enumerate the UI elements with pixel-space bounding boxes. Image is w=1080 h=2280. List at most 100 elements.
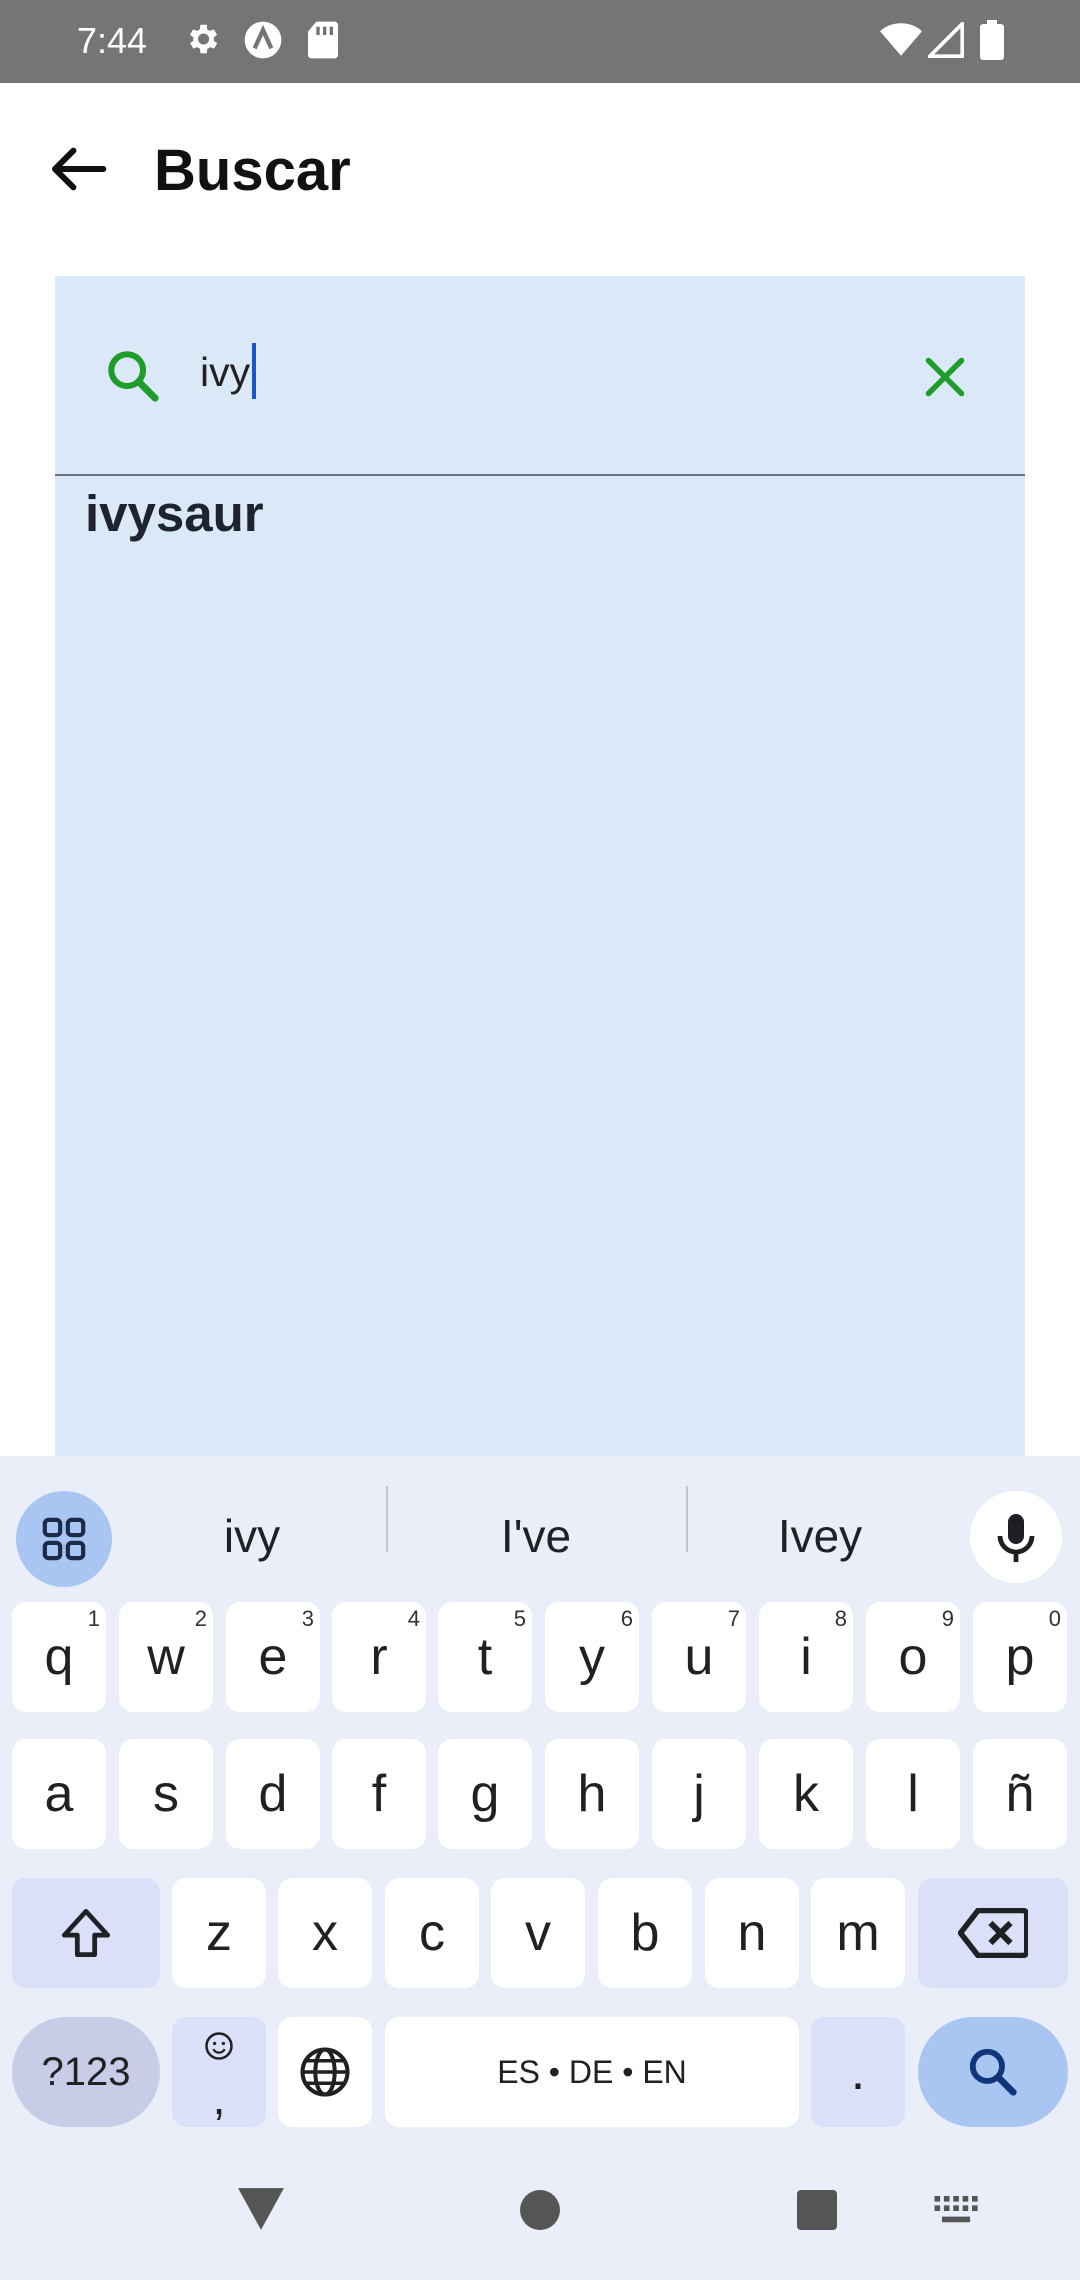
key-number-hint: 3 — [301, 1606, 314, 1631]
search-suggestion-item[interactable]: ivysaur — [85, 481, 264, 547]
key-b[interactable]: b — [598, 1878, 692, 1988]
key-y[interactable]: y6 — [545, 1602, 639, 1712]
period-key-label: . — [850, 2043, 866, 2101]
key-j[interactable]: j — [652, 1739, 746, 1849]
key-a[interactable]: a — [12, 1739, 106, 1849]
key-p[interactable]: p0 — [973, 1602, 1067, 1712]
key-k-label: k — [793, 1765, 819, 1823]
key-number-hint: 8 — [834, 1606, 847, 1631]
key-f-label: f — [371, 1765, 387, 1823]
space-key[interactable]: ES • DE • EN — [385, 2017, 799, 2127]
search-action-key[interactable] — [918, 2017, 1068, 2127]
key-number-hint: 6 — [620, 1606, 633, 1631]
key-p-label: p — [1005, 1628, 1035, 1686]
key-a-label: a — [44, 1765, 74, 1823]
key-z[interactable]: z — [172, 1878, 266, 1988]
suggestion-divider — [386, 1486, 388, 1552]
key-i-label: i — [800, 1628, 812, 1686]
key-t[interactable]: t5 — [438, 1602, 532, 1712]
search-bar[interactable]: ivy — [55, 276, 1025, 476]
keyboard-menu-button[interactable] — [16, 1491, 112, 1587]
keyboard-suggestion[interactable]: ivy — [132, 1486, 372, 1586]
key-i[interactable]: i8 — [759, 1602, 853, 1712]
close-icon[interactable] — [923, 355, 967, 399]
app-bar: Buscar — [0, 83, 1080, 253]
text-caret — [252, 343, 257, 400]
home-circle-icon[interactable] — [518, 2188, 562, 2232]
key-u[interactable]: u7 — [652, 1602, 746, 1712]
key-number-hint: 0 — [1048, 1606, 1061, 1631]
key-number-hint: 4 — [407, 1606, 420, 1631]
suggestion-divider — [686, 1486, 688, 1552]
search-icon — [108, 351, 159, 402]
gear-icon — [189, 24, 218, 54]
status-bar: 7:44 — [0, 0, 1080, 83]
key-v-label: v — [525, 1904, 551, 1962]
key-l[interactable]: l — [866, 1739, 960, 1849]
key-d[interactable]: d — [226, 1739, 320, 1849]
voice-input-button[interactable] — [970, 1491, 1062, 1583]
grid-icon — [42, 1517, 86, 1561]
backspace-icon — [958, 1908, 1028, 1958]
language-key[interactable] — [278, 2017, 372, 2127]
signal-icon — [928, 22, 964, 58]
emoji-comma-key[interactable]: , — [172, 2017, 266, 2127]
shift-arrow-icon — [61, 1908, 111, 1958]
globe-icon — [300, 2047, 350, 2097]
keyboard-suggestion[interactable]: Ivey — [700, 1486, 940, 1586]
emoji-key-comma: , — [212, 2072, 226, 2124]
key-f[interactable]: f — [332, 1739, 426, 1849]
key-c[interactable]: c — [385, 1878, 479, 1988]
symbols-key[interactable]: ?123 — [12, 2017, 160, 2127]
period-key[interactable]: . — [811, 2017, 905, 2127]
key-n-label: n — [737, 1904, 767, 1962]
key-g-label: g — [470, 1765, 500, 1823]
key-y-label: y — [579, 1628, 605, 1686]
arrow-left-icon[interactable] — [48, 146, 108, 192]
search-icon — [969, 2048, 1017, 2096]
battery-icon — [980, 20, 1004, 60]
page-title: Buscar — [154, 138, 351, 203]
key-o[interactable]: o9 — [866, 1602, 960, 1712]
search-input[interactable]: ivy — [200, 343, 257, 403]
keyboard-suggestion-strip: ivy I've Ivey — [0, 1456, 1080, 1587]
back-triangle-icon[interactable] — [236, 2186, 286, 2232]
key-number-hint: 7 — [727, 1606, 740, 1631]
key-n[interactable]: n — [705, 1878, 799, 1988]
key-h[interactable]: h — [545, 1739, 639, 1849]
key-h-label: h — [577, 1765, 607, 1823]
backspace-key[interactable] — [918, 1878, 1068, 1988]
sd-card-icon — [308, 21, 338, 59]
recents-square-icon[interactable] — [797, 2190, 837, 2230]
search-query-text: ivy — [200, 349, 251, 395]
key-ñ[interactable]: ñ — [973, 1739, 1067, 1849]
key-t-label: t — [477, 1628, 493, 1686]
soft-keyboard: ivy I've Ivey q1w2e3r4t5y6u7i8o9p0asdfgh… — [0, 1456, 1080, 2280]
key-g[interactable]: g — [438, 1739, 532, 1849]
key-e[interactable]: e3 — [226, 1602, 320, 1712]
key-l-label: l — [907, 1765, 919, 1823]
key-s[interactable]: s — [119, 1739, 213, 1849]
space-key-label: ES • DE • EN — [497, 2054, 687, 2090]
key-q[interactable]: q1 — [12, 1602, 106, 1712]
key-r-label: r — [370, 1628, 388, 1686]
key-w[interactable]: w2 — [119, 1602, 213, 1712]
key-m[interactable]: m — [811, 1878, 905, 1988]
a-badge-icon — [244, 21, 282, 59]
key-r[interactable]: r4 — [332, 1602, 426, 1712]
key-number-hint: 5 — [513, 1606, 526, 1631]
key-z-label: z — [206, 1904, 232, 1962]
key-x[interactable]: x — [278, 1878, 372, 1988]
key-c-label: c — [419, 1904, 445, 1962]
key-k[interactable]: k — [759, 1739, 853, 1849]
keyboard-suggestion[interactable]: I've — [416, 1486, 656, 1586]
key-number-hint: 9 — [941, 1606, 954, 1631]
key-e-label: e — [258, 1628, 288, 1686]
keyboard-hide-icon[interactable] — [934, 2196, 980, 2226]
microphone-icon — [997, 1514, 1035, 1562]
key-v[interactable]: v — [491, 1878, 585, 1988]
key-d-label: d — [258, 1765, 288, 1823]
key-u-label: u — [684, 1628, 714, 1686]
shift-key[interactable] — [12, 1878, 160, 1988]
search-panel: ivy ivysaur — [55, 276, 1025, 1456]
